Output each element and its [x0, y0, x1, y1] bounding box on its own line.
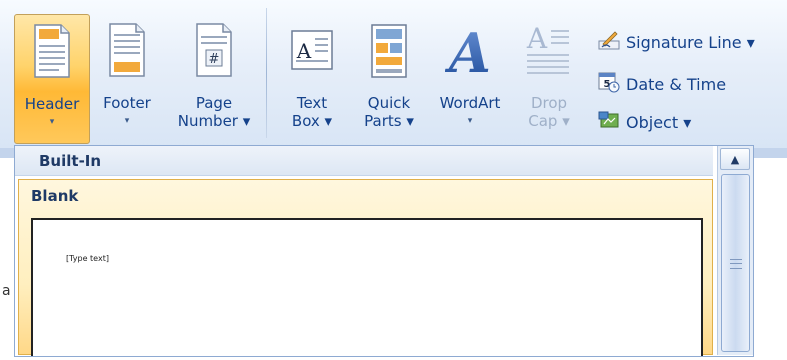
chevron-down-icon: ▾ [49, 117, 55, 127]
scrollbar-thumb[interactable] [721, 174, 750, 352]
signature-line-button[interactable]: Signature Line ▾ [598, 28, 755, 56]
footer-button-label: Footer [103, 94, 151, 112]
svg-text:#: # [209, 52, 220, 67]
wordart-button-label: WordArt [439, 94, 501, 112]
svg-text:A: A [445, 21, 491, 80]
header-preview: [Type text] [31, 218, 703, 356]
quick-parts-icon [371, 24, 407, 82]
gallery-section-heading: Built-In [15, 146, 713, 176]
signature-pen-icon [598, 29, 620, 55]
quick-parts-button-label-line2: Parts ▾ [364, 112, 414, 130]
document-text-fragment: a [2, 283, 11, 299]
page-number-icon: # [195, 22, 233, 82]
gallery-item-blank[interactable]: Blank [Type text] [18, 179, 713, 356]
scroll-up-button[interactable]: ▲ [720, 148, 750, 170]
chevron-down-icon: ▾ [467, 116, 473, 126]
text-box-button-label-line1: Text [296, 94, 328, 112]
page-number-button-label-line1: Page [195, 94, 233, 112]
date-time-label: Date & Time [626, 74, 727, 94]
page-number-button-label-line2: Number ▾ [177, 112, 251, 130]
ribbon-insert-tab: Header ▾ Footer ▾ # Page Number ▾ A Text… [0, 0, 787, 148]
object-icon [598, 109, 620, 135]
page-number-button[interactable]: # Page Number ▾ [170, 14, 258, 142]
chevron-down-icon: ▾ [124, 116, 130, 126]
object-button[interactable]: Object ▾ [598, 108, 691, 136]
drop-cap-icon: A [524, 22, 574, 86]
group-separator [266, 8, 267, 138]
header-button[interactable]: Header ▾ [14, 14, 90, 144]
gallery-scrollbar[interactable]: ▲ [717, 146, 753, 355]
header-button-label: Header [24, 95, 80, 113]
text-box-icon: A [291, 30, 333, 74]
wordart-button[interactable]: A WordArt ▾ [432, 14, 508, 142]
footer-button[interactable]: Footer ▾ [92, 14, 162, 142]
gallery-item-title: Blank [31, 187, 79, 205]
footer-icon [108, 22, 146, 82]
wordart-icon: A [444, 20, 495, 85]
svg-text:A: A [296, 39, 312, 63]
quick-parts-button[interactable]: Quick Parts ▾ [356, 14, 422, 142]
object-label: Object ▾ [626, 112, 692, 132]
preview-placeholder-text: [Type text] [66, 254, 109, 263]
header-gallery-dropdown: Built-In Blank [Type text] ▲ [14, 145, 754, 357]
svg-text:A: A [526, 22, 548, 55]
quick-parts-button-label-line1: Quick [367, 94, 411, 112]
drop-cap-button-label-line2: Cap ▾ [528, 112, 570, 130]
header-icon [33, 23, 71, 83]
date-time-button[interactable]: 5 Date & Time [598, 70, 726, 98]
drop-cap-button-label-line1: Drop [530, 94, 568, 112]
calendar-clock-icon: 5 [598, 71, 620, 97]
text-box-button[interactable]: A Text Box ▾ [284, 14, 340, 142]
drop-cap-button[interactable]: A Drop Cap ▾ [518, 14, 580, 142]
text-box-button-label-line2: Box ▾ [291, 112, 333, 130]
grip-icon [730, 259, 742, 269]
signature-line-label: Signature Line ▾ [626, 32, 755, 52]
